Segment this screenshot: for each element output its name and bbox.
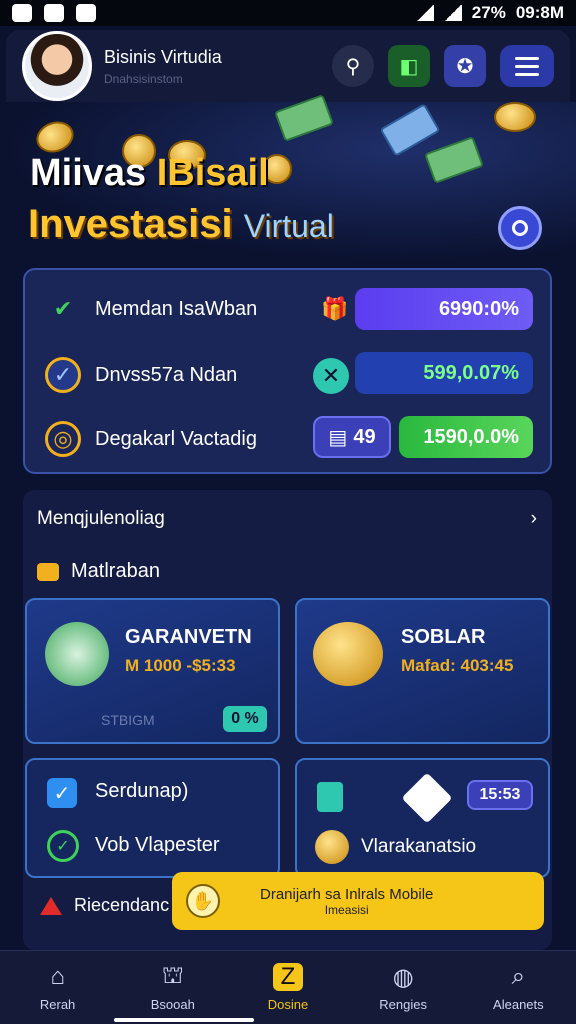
rewards-icon[interactable]: ✪ — [444, 45, 486, 87]
card-title: GARANVETN — [125, 626, 252, 648]
notification-icon — [44, 4, 64, 22]
nav-label: Bsooah — [150, 997, 195, 1012]
category-row[interactable]: Matlraban — [37, 560, 160, 583]
target-check-icon: ◎ — [45, 421, 81, 457]
home-indicator — [114, 1018, 254, 1022]
investment-card[interactable]: SOBLAR Mafad: 403:45 — [295, 598, 550, 744]
bolt-icon — [401, 772, 453, 824]
card-title: SOBLAR — [401, 626, 486, 648]
nav-label: Aleanets — [493, 997, 544, 1012]
avatar[interactable] — [22, 31, 92, 101]
category-label: Matlraban — [71, 560, 160, 582]
notification-icons — [12, 4, 96, 22]
warning-label: Riecendanc — [74, 895, 170, 915]
brand: Bisinis Virtudia Dnahsisinstom — [104, 47, 222, 86]
stat-label: Degakarl Vactadig — [95, 427, 257, 450]
nav-label: Rerah — [39, 997, 76, 1012]
check-circle-icon: ✓ — [47, 830, 79, 862]
bank-icon: ⛫ — [161, 962, 184, 989]
card-badge: 15:53 — [467, 780, 533, 810]
hero-action-button[interactable] — [498, 206, 542, 250]
card-item: Vob Vlapester — [95, 834, 220, 856]
check-circle-icon: ✓ — [45, 357, 81, 393]
nav-item-bank[interactable]: ⛫ Bsooah — [128, 962, 218, 1012]
task-card[interactable]: 15:53 Vlarakanatsio — [295, 758, 550, 878]
card-icon — [379, 103, 441, 157]
warning-icon — [40, 896, 62, 915]
briefcase-icon — [37, 562, 59, 581]
card-subtitle: M 1000 -$5:33 — [125, 656, 236, 675]
card-item: Serdunap) — [95, 780, 189, 802]
layers-icon: ▤ — [328, 426, 348, 449]
card-badge: 0 % — [223, 706, 267, 732]
nav-item-globe[interactable]: ◍ Rengies — [358, 963, 448, 1013]
card-footer: STBIGM — [101, 712, 155, 728]
app-subtitle: Dnahsisinstom — [104, 71, 183, 86]
coin-icon — [315, 830, 349, 864]
stat-badge: ▤ 49 — [313, 416, 391, 458]
close-circle-icon[interactable]: ✕ — [313, 358, 349, 394]
stat-value: 1590,0.0% — [399, 416, 533, 458]
nav-item-wallet[interactable]: Z Dosine — [243, 963, 333, 1012]
card-item: Vlarakanatsio — [361, 836, 477, 857]
checkbox-icon[interactable]: ✓ — [47, 778, 77, 808]
toast-banner[interactable]: ✋ Dranijarh sa Inlrals Mobile Imeasisi — [172, 872, 544, 930]
chevron-right-icon: › — [530, 508, 537, 529]
gift-icon: 🎁 — [321, 296, 349, 321]
section-nav-label: Menqjulenoliag — [37, 508, 165, 529]
cash-icon — [274, 94, 334, 142]
stat-value: 599,0.07% — [355, 352, 533, 394]
document-icon — [317, 782, 343, 812]
cash-stack-icon — [45, 622, 109, 686]
cash-icon — [424, 136, 484, 184]
nav-item-home[interactable]: ⌂ Rerah — [13, 963, 103, 1012]
stat-label: Memdan IsaWban — [95, 297, 258, 320]
status-bar: 27% 09:8M — [0, 0, 576, 26]
stats-panel: ✔ Memdan IsaWban 🎁 6990:0% ✓ Dnvss57a Nd… — [23, 268, 552, 474]
toast-line2: Imeasisi — [324, 902, 369, 917]
nav-label: Dosine — [267, 997, 309, 1012]
stat-label: Dnvss57a Ndan — [95, 363, 238, 386]
wallet-icon: Z — [272, 963, 303, 991]
stat-value: 6990:0% — [355, 288, 533, 330]
clock: 09:8M — [515, 3, 564, 22]
card-subtitle: Mafad: 403:45 — [401, 656, 514, 675]
warning-row[interactable]: Riecendanc — [40, 895, 169, 916]
home-icon: ⌂ — [50, 963, 65, 990]
hero-banner: Miivas IBisail Investasisi Virtual — [0, 94, 576, 262]
search-icon: ⌕ — [511, 963, 526, 990]
hero-subtitle: Investasisi Virtual — [28, 202, 334, 246]
notification-bell-icon[interactable]: ◧ — [388, 45, 430, 87]
menu-icon[interactable] — [500, 45, 554, 87]
bottom-nav: ⌂ Rerah ⛫ Bsooah Z Dosine ◍ Rengies ⌕ Al… — [0, 950, 576, 1024]
hero-title: Miivas IBisail — [30, 152, 269, 194]
notification-icon — [76, 4, 96, 22]
nav-item-search[interactable]: ⌕ Aleanets — [473, 963, 563, 1012]
notification-icon — [12, 4, 32, 22]
handshake-icon: ✋ — [186, 884, 220, 918]
toast-line1: Dranijarh sa Inlrals Mobile — [260, 885, 434, 903]
stat-badge-value: 49 — [353, 425, 376, 448]
coin-bag-icon — [313, 622, 383, 686]
signal-icon — [415, 5, 434, 21]
location-icon[interactable]: ⚲ — [332, 45, 374, 87]
task-card[interactable]: ✓ Serdunap) ✓ Vob Vlapester — [25, 758, 280, 878]
app-header: Bisinis Virtudia Dnahsisinstom ⚲ ◧ ✪ — [6, 30, 570, 102]
investment-card[interactable]: GARANVETN M 1000 -$5:33 STBIGM 0 % — [25, 598, 280, 744]
coin-icon — [494, 102, 536, 132]
wifi-icon — [443, 5, 462, 21]
nav-label: Rengies — [379, 997, 427, 1012]
app-title: Bisinis Virtudia — [104, 46, 222, 67]
check-icon: ✔ — [53, 296, 73, 321]
battery-label: 27% — [471, 3, 506, 22]
section-nav-row[interactable]: Menqjulenoliag › — [37, 508, 537, 530]
globe-icon: ◍ — [392, 963, 414, 991]
target-icon — [512, 220, 528, 236]
